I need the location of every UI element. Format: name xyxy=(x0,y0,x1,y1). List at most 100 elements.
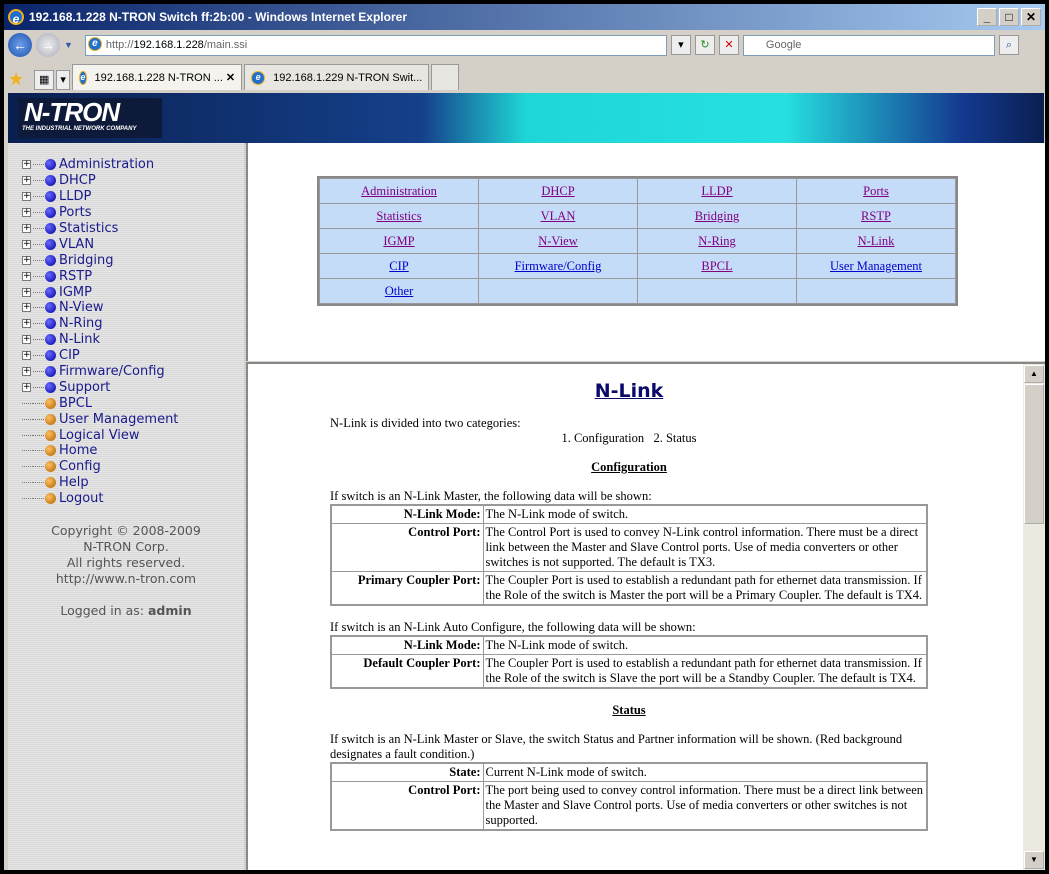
nav-link[interactable]: BPCL xyxy=(701,259,732,273)
tab-ie-icon: e xyxy=(79,70,87,85)
sidebar-item[interactable]: Logical View xyxy=(22,427,178,443)
sidebar-item[interactable]: + Statistics xyxy=(22,221,178,237)
sidebar-item[interactable]: Logout xyxy=(22,491,178,507)
expand-icon[interactable]: + xyxy=(22,319,31,329)
nav-link[interactable]: N-Link xyxy=(858,234,895,248)
expand-icon[interactable]: + xyxy=(22,335,31,345)
tree-line xyxy=(33,402,44,404)
sidebar-item[interactable]: + N-Ring xyxy=(22,316,178,332)
tree-line xyxy=(33,196,44,198)
expand-icon[interactable]: + xyxy=(22,367,31,377)
nav-link[interactable]: Bridging xyxy=(695,209,739,223)
favorites-star-icon[interactable]: ★ xyxy=(8,69,24,90)
sidebar-item-label: N-View xyxy=(59,300,104,316)
nav-link[interactable]: N-View xyxy=(538,234,578,248)
sidebar-item[interactable]: + CIP xyxy=(22,348,178,364)
sidebar-item[interactable]: + VLAN xyxy=(22,236,178,252)
scroll-down-button[interactable]: ▼ xyxy=(1024,851,1044,869)
tab-inactive[interactable]: e 192.168.1.229 N-TRON Swit... xyxy=(244,64,430,90)
expand-icon[interactable]: + xyxy=(22,382,31,392)
nav-link[interactable]: LLDP xyxy=(701,184,732,198)
search-button[interactable]: ⌕ xyxy=(998,35,1019,55)
expand-icon[interactable]: + xyxy=(22,208,31,218)
sidebar-item[interactable]: + Firmware/Config xyxy=(22,364,178,380)
nav-link[interactable]: CIP xyxy=(389,259,408,273)
sidebar-item[interactable]: + IGMP xyxy=(22,284,178,300)
forward-button[interactable]: → xyxy=(36,33,60,57)
sidebar-item[interactable]: Home xyxy=(22,443,178,459)
nav-link[interactable]: Administration xyxy=(361,184,437,198)
expand-icon[interactable]: + xyxy=(22,224,31,233)
sidebar-item[interactable]: + N-View xyxy=(22,300,178,316)
field-description: The port being used to convey control in… xyxy=(482,781,928,831)
address-dropdown-button[interactable]: ▾ xyxy=(670,35,691,55)
expand-icon[interactable]: + xyxy=(22,351,31,361)
search-placeholder: Google xyxy=(765,39,802,51)
address-bar[interactable]: e http://192.168.1.228/main.ssi xyxy=(84,34,667,56)
expand-icon[interactable]: + xyxy=(22,160,31,170)
field-description: The Coupler Port is used to establish a … xyxy=(482,654,928,689)
top-nav-frame: Administration DHCP LLDP Ports Statistics VLA… xyxy=(246,143,1045,361)
scroll-up-button[interactable]: ▲ xyxy=(1024,365,1044,383)
field-name: Default Coupler Port: xyxy=(330,654,484,689)
sidebar-item[interactable]: Config xyxy=(22,459,178,475)
sidebar-item[interactable]: + Ports xyxy=(22,205,178,221)
vertical-scrollbar[interactable]: ▲ ▼ xyxy=(1023,364,1045,870)
browser-window: e 192.168.1.228 N-TRON Switch ff:2b:00 -… xyxy=(4,4,1045,870)
sidebar-item[interactable]: + LLDP xyxy=(22,189,178,205)
expand-icon[interactable]: + xyxy=(22,287,31,297)
nav-cell: LLDP xyxy=(638,179,796,203)
tab-close-icon[interactable]: ✕ xyxy=(226,71,235,84)
sidebar-item[interactable]: + RSTP xyxy=(22,268,178,284)
nav-cell: Statistics xyxy=(320,204,478,228)
sidebar-item[interactable]: User Management xyxy=(22,411,178,427)
sidebar-item[interactable]: + Administration xyxy=(22,157,178,173)
quick-tabs-button[interactable]: ▦ xyxy=(34,70,55,90)
nav-link[interactable]: RSTP xyxy=(861,209,891,223)
refresh-button[interactable]: ↻ xyxy=(694,35,715,55)
expand-icon[interactable]: + xyxy=(22,255,31,265)
back-button[interactable]: ← xyxy=(8,33,32,57)
sidebar-item[interactable]: + DHCP xyxy=(22,173,178,189)
sidebar-item[interactable]: Help xyxy=(22,475,178,491)
status-intro: If switch is an N-Link Master or Slave, … xyxy=(330,732,903,761)
sidebar: + Administration + DHCP + LLDP + Ports + Statisti… xyxy=(8,143,244,870)
new-tab-button[interactable] xyxy=(431,64,460,90)
folder-ball-icon xyxy=(45,286,56,298)
tab-list-button[interactable]: ▾ xyxy=(56,70,71,90)
master-intro: If switch is an N-Link Master, the follo… xyxy=(330,489,652,503)
nav-link[interactable]: Ports xyxy=(863,184,889,198)
nav-link[interactable]: User Management xyxy=(830,259,922,273)
sidebar-item[interactable]: + N-Link xyxy=(22,332,178,348)
sidebar-item[interactable]: BPCL xyxy=(22,395,178,411)
page-ball-icon xyxy=(45,493,56,505)
expand-icon[interactable]: + xyxy=(22,239,31,249)
scroll-thumb[interactable] xyxy=(1024,384,1044,524)
expand-icon[interactable]: + xyxy=(22,176,31,186)
search-input[interactable]: Google xyxy=(742,34,995,56)
nav-link[interactable]: N-Ring xyxy=(698,234,736,248)
nav-link[interactable]: Statistics xyxy=(376,209,421,223)
close-button[interactable]: ✕ xyxy=(1021,8,1041,26)
nav-link[interactable]: VLAN xyxy=(541,209,576,223)
nav-link[interactable]: Other xyxy=(385,284,413,298)
help-frame: N-Link N-Link is divided into two catego… xyxy=(246,362,1045,870)
sidebar-item[interactable]: + Support xyxy=(22,379,178,395)
expand-icon[interactable]: + xyxy=(22,192,31,202)
sidebar-item[interactable]: + Bridging xyxy=(22,252,178,268)
tab-active[interactable]: e 192.168.1.228 N-TRON ... ✕ xyxy=(72,64,243,90)
history-dropdown-icon[interactable]: ▼ xyxy=(64,40,73,50)
url-host: 192.168.1.228 xyxy=(133,39,204,51)
sidebar-item-label: VLAN xyxy=(59,236,95,252)
maximize-button[interactable]: □ xyxy=(999,8,1019,26)
nav-link[interactable]: IGMP xyxy=(383,234,414,248)
nav-link[interactable]: Firmware/Config xyxy=(515,259,602,273)
minimize-button[interactable]: _ xyxy=(977,8,997,26)
expand-icon[interactable]: + xyxy=(22,303,31,313)
expand-icon[interactable]: + xyxy=(22,271,31,281)
folder-ball-icon xyxy=(45,318,56,330)
stop-button[interactable]: ✕ xyxy=(718,35,739,55)
nav-link[interactable]: DHCP xyxy=(541,184,574,198)
page-icon: e xyxy=(87,36,102,51)
nav-cell: N-View xyxy=(479,229,637,253)
